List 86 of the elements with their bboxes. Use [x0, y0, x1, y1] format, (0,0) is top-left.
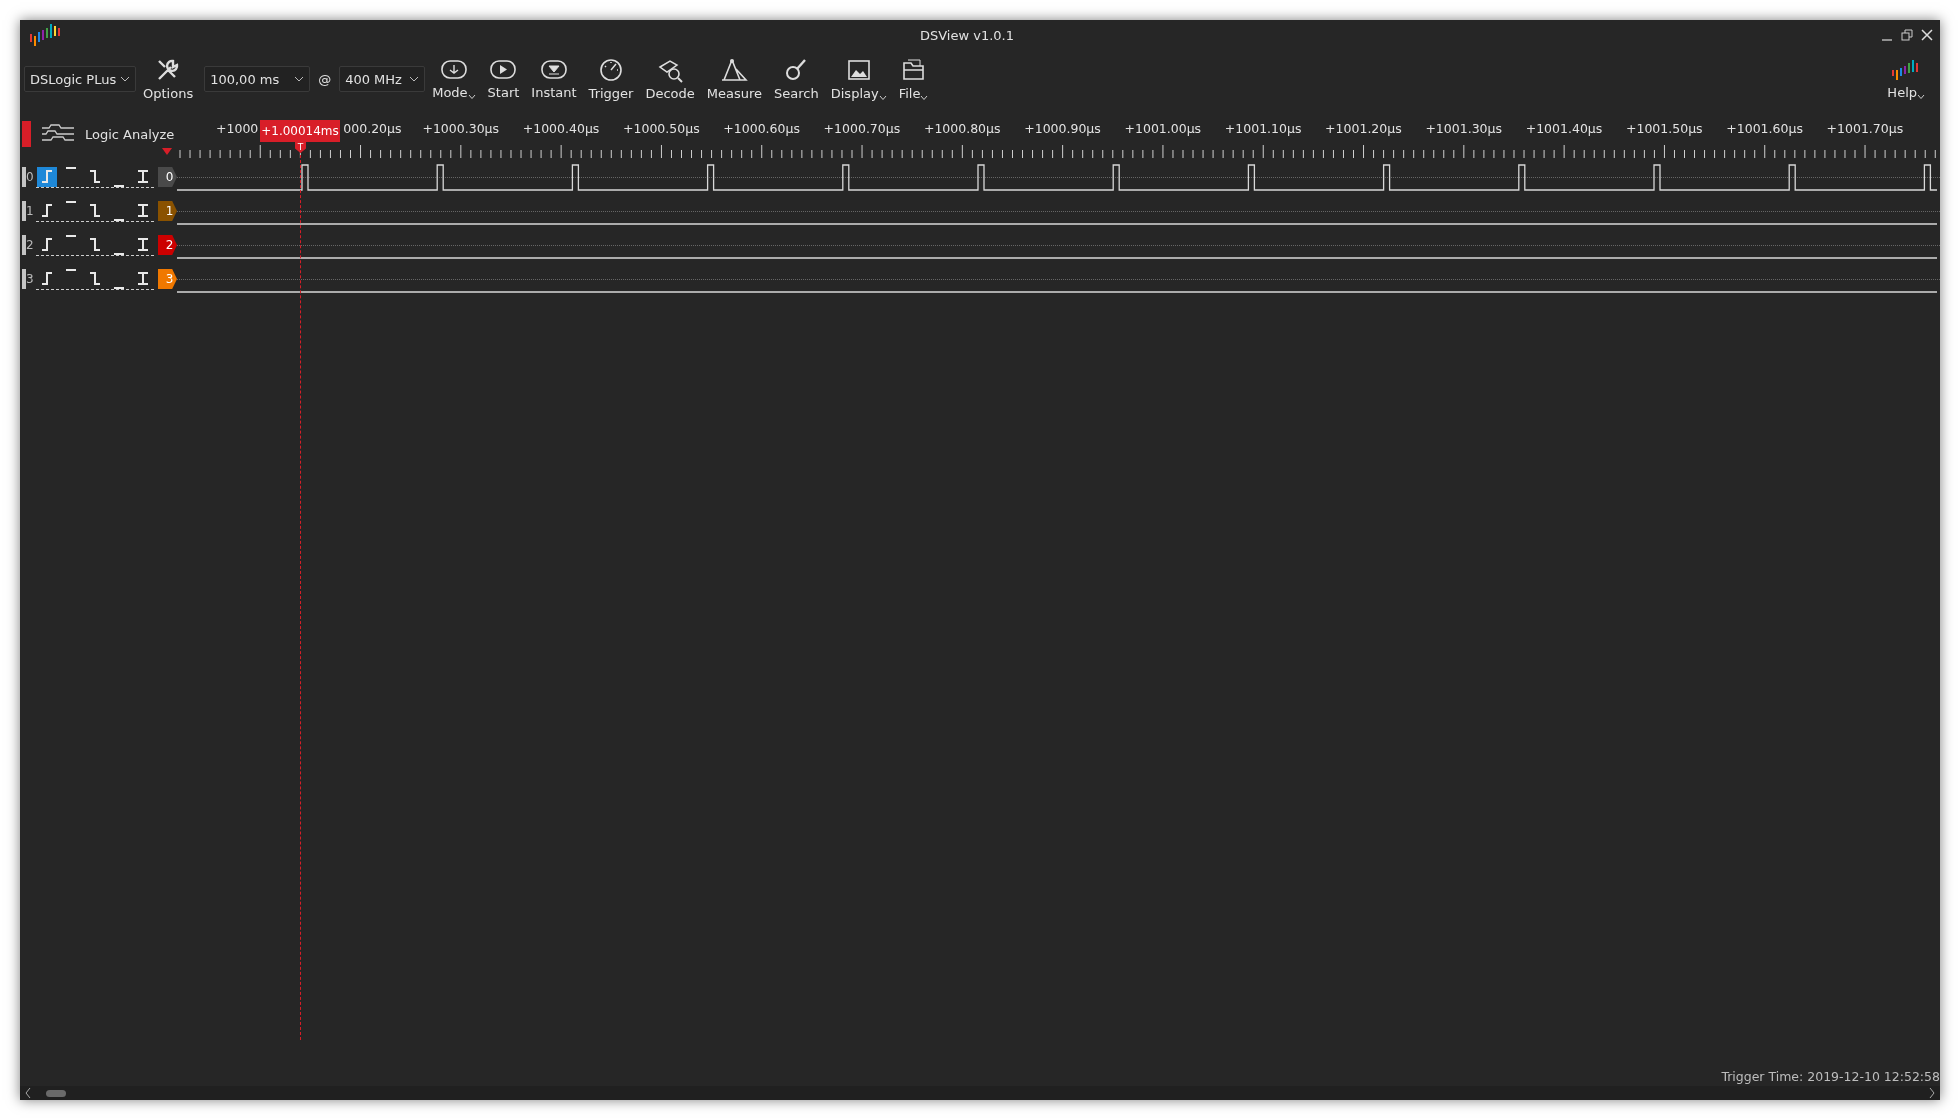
drag-handle[interactable] — [22, 235, 27, 255]
channel-index: 3 — [26, 272, 34, 286]
window-title: DSView v1.0.1 — [920, 27, 1014, 43]
channel-index: 2 — [26, 238, 34, 252]
folder-icon — [900, 57, 927, 83]
time-label: +1001.20µs — [1325, 121, 1402, 136]
instant-button[interactable]: Instant — [526, 52, 582, 106]
any-edge-icon — [137, 272, 148, 285]
any-edge-icon — [137, 204, 148, 217]
channel-index: 1 — [26, 204, 34, 218]
time-label: +1000 — [216, 121, 259, 136]
rising-edge-icon — [41, 204, 52, 217]
caret-icon — [294, 76, 305, 82]
compass-icon — [720, 57, 749, 83]
caret-icon — [120, 76, 130, 82]
drag-handle[interactable] — [22, 201, 27, 221]
falling-edge-icon — [89, 204, 100, 217]
picture-icon — [845, 57, 872, 83]
triangle-icon — [162, 148, 172, 155]
high-level-icon — [65, 200, 76, 203]
eject-icon — [540, 58, 568, 82]
falling-edge-icon — [89, 238, 100, 251]
scrollbar-thumb[interactable] — [46, 1089, 66, 1097]
time-label: +1000.30µs — [422, 121, 500, 136]
falling-edge-icon — [89, 170, 100, 183]
falling-edge-icon — [89, 272, 100, 285]
decode-button[interactable]: Decode — [640, 52, 700, 106]
time-label: +1001.60µs — [1726, 121, 1803, 136]
channel-tag[interactable]: 0 — [157, 167, 177, 187]
trigger-time: Trigger Time: 2019-12-10 12:52:58 — [1721, 1068, 1940, 1084]
caret-icon — [409, 76, 420, 82]
sample-rate-select[interactable]: 400 MHz — [339, 66, 426, 92]
time-label: +1000.40µs — [522, 121, 600, 136]
channel-tag[interactable]: 2 — [157, 235, 177, 255]
time-label: +1000.60µs — [723, 121, 800, 136]
high-level-icon — [65, 166, 76, 169]
any-edge-icon — [137, 170, 148, 183]
rising-edge-icon — [41, 272, 52, 285]
group-marker — [22, 121, 31, 147]
time-label: +1001.70µs — [1826, 121, 1904, 136]
time-label: +1000.80µs — [923, 121, 1001, 136]
play-icon — [489, 58, 518, 82]
rising-edge-button[interactable] — [36, 166, 57, 187]
time-label: +1000.50µs — [623, 121, 700, 136]
low-level-icon — [113, 218, 124, 221]
cursor-pointer: T — [295, 142, 306, 153]
panel-title: Logic Analyze — [85, 126, 175, 142]
trigger-button[interactable]: Trigger — [583, 52, 639, 106]
download-icon — [439, 58, 468, 82]
options-button[interactable]: Options — [138, 52, 199, 106]
restore-icon[interactable] — [1900, 28, 1914, 42]
low-level-icon — [113, 286, 124, 289]
rising-edge-icon — [41, 170, 52, 183]
horizontal-scrollbar[interactable] — [20, 1086, 1940, 1100]
any-edge-icon — [137, 238, 148, 251]
time-label: +1001.10µs — [1224, 121, 1302, 136]
time-label: +1001.50µs — [1626, 121, 1703, 136]
drag-handle[interactable] — [22, 167, 27, 187]
measure-button[interactable]: Measure — [701, 52, 768, 106]
low-level-icon — [113, 184, 124, 187]
time-label: +1000.70µs — [823, 121, 901, 136]
time-label: +1001.40µs — [1525, 121, 1603, 136]
high-level-icon — [65, 234, 76, 237]
mode-button[interactable]: Mode — [427, 52, 481, 106]
duration-select[interactable]: 100,00 ms — [204, 66, 311, 92]
search-button[interactable]: Search — [769, 52, 824, 106]
start-button[interactable]: Start — [482, 52, 525, 106]
time-label: +1001.00µs — [1124, 121, 1202, 136]
cursor-flag[interactable]: +1.00014ms — [260, 120, 340, 142]
time-label: 000.20µs — [343, 121, 402, 136]
high-level-icon — [65, 268, 76, 271]
time-label: +1001.30µs — [1425, 121, 1503, 136]
display-button[interactable]: Display — [825, 52, 892, 106]
low-level-icon — [113, 252, 124, 255]
drag-handle[interactable] — [22, 269, 27, 289]
rising-edge-icon — [41, 238, 52, 251]
at-sign: @ — [318, 71, 332, 87]
file-button[interactable]: File — [893, 52, 934, 106]
channel-index: 0 — [26, 170, 34, 184]
decode-icon — [657, 57, 684, 83]
close-icon[interactable] — [1920, 28, 1934, 42]
time-label: +1000.90µs — [1024, 121, 1101, 136]
channel-tag[interactable]: 1 — [157, 201, 177, 221]
device-select[interactable]: DSLogic PLus — [24, 66, 136, 92]
gauge-icon — [598, 57, 625, 83]
help-button[interactable]: Help — [1882, 52, 1930, 106]
